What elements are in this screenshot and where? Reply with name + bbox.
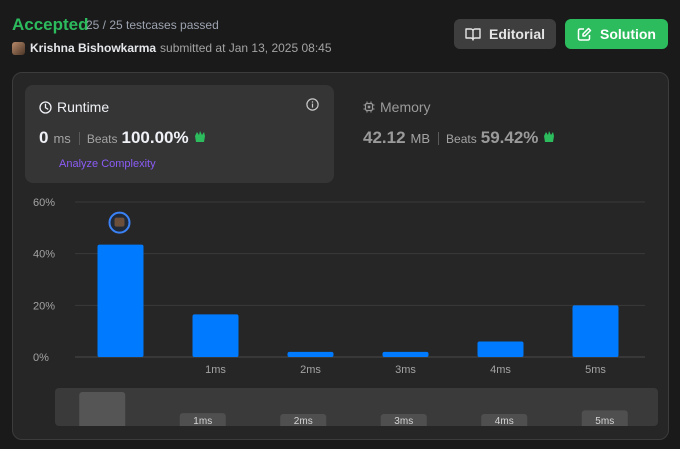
x-tick-label: 3ms <box>395 364 416 376</box>
range-minimap[interactable]: 1ms 2ms 3ms 4ms 5ms <box>55 388 658 426</box>
solution-label: Solution <box>600 26 656 42</box>
editorial-label: Editorial <box>488 26 545 42</box>
clock-icon <box>39 100 52 114</box>
memory-title: Memory <box>363 99 431 115</box>
info-icon[interactable] <box>306 98 319 111</box>
runtime-unit: ms <box>53 131 71 146</box>
solution-button[interactable]: Solution <box>565 19 668 49</box>
submission-info: Krishna Bishowkarma submitted at Jan 13,… <box>12 41 332 55</box>
submission-header: Accepted 25 / 25 testcases passed Krishn… <box>12 14 668 62</box>
minimap-label: 3ms <box>394 416 413 426</box>
memory-beats-value: 59.42% <box>480 128 539 147</box>
runtime-beats-value: 100.00% <box>121 128 189 147</box>
minimap-bar <box>79 392 126 426</box>
memory-value: 42.12 <box>363 128 406 147</box>
chart-bar[interactable] <box>572 305 619 357</box>
chart-bar[interactable] <box>477 341 524 358</box>
y-tick-label: 0% <box>33 352 49 364</box>
minimap-label: 5ms <box>595 416 614 426</box>
minimap-label: 1ms <box>193 416 212 426</box>
y-tick-label: 40% <box>33 249 55 261</box>
memory-beats-label: Beats <box>446 132 477 146</box>
username[interactable]: Krishna Bishowkarma <box>30 41 156 55</box>
chart-bar[interactable] <box>97 244 144 357</box>
x-tick-label: 4ms <box>490 364 511 376</box>
analyze-complexity-link[interactable]: Analyze Complexity <box>59 158 156 170</box>
testcases-label: 25 / 25 testcases passed <box>86 18 219 32</box>
minimap-label: 2ms <box>294 416 313 426</box>
memory-label: Memory <box>380 99 431 115</box>
runtime-title: Runtime <box>39 99 109 115</box>
book-icon <box>465 28 481 41</box>
divider <box>438 131 440 145</box>
clap-icon <box>193 130 208 146</box>
runtime-metric: 0 ms Beats 100.00% <box>39 128 208 148</box>
minimap-label: 4ms <box>495 416 514 426</box>
clap-icon <box>542 130 557 146</box>
editorial-button[interactable]: Editorial <box>454 19 556 49</box>
y-tick-label: 60% <box>33 197 55 209</box>
avatar[interactable] <box>12 41 25 55</box>
chart-bar[interactable] <box>192 314 239 357</box>
memory-unit: MB <box>410 131 431 146</box>
y-tick-label: 20% <box>33 300 55 312</box>
x-tick-label: 1ms <box>205 364 226 376</box>
memory-metric: 42.12 MB Beats 59.42% <box>363 128 557 148</box>
chart-bar[interactable] <box>382 351 429 357</box>
runtime-beats-label: Beats <box>86 132 118 146</box>
runtime-card[interactable]: Runtime 0 ms Beats 100.00% Analyze Compl… <box>25 85 334 183</box>
chip-icon <box>363 101 375 113</box>
memory-card[interactable]: Memory 42.12 MB Beats 59.42% <box>349 85 658 183</box>
runtime-value: 0 <box>39 128 49 147</box>
chart-bar[interactable] <box>287 351 334 357</box>
status-label[interactable]: Accepted <box>12 15 89 35</box>
x-tick-label: 2ms <box>300 364 321 376</box>
edit-icon <box>577 27 592 41</box>
result-panel: Runtime 0 ms Beats 100.00% Analyze Compl… <box>12 72 669 440</box>
runtime-label: Runtime <box>57 99 110 115</box>
submitted-at: submitted at Jan 13, 2025 08:45 <box>160 41 332 55</box>
x-tick-label: 5ms <box>585 364 606 376</box>
divider <box>78 131 80 145</box>
avatar <box>114 217 125 227</box>
